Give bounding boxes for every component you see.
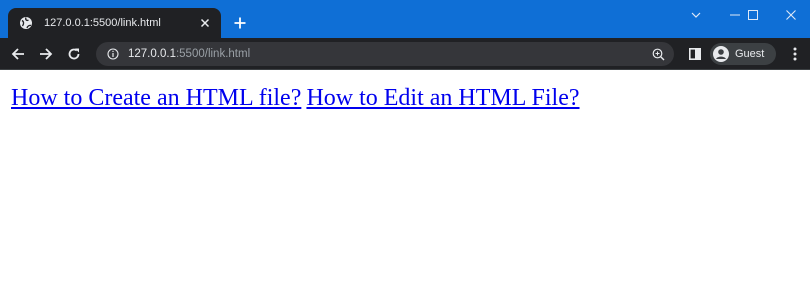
zoom-icon[interactable] xyxy=(650,46,666,62)
new-tab-button[interactable] xyxy=(230,13,250,33)
address-url: 127.0.0.1:5500/link.html xyxy=(128,48,250,60)
globe-icon xyxy=(18,15,34,31)
browser-title-bar: 127.0.0.1:5500/link.html xyxy=(0,0,810,38)
url-path: :5500/link.html xyxy=(175,48,251,60)
page-viewport: How to Create an HTML file? How to Edit … xyxy=(0,71,810,305)
close-tab-icon[interactable] xyxy=(197,15,213,31)
side-panel-icon[interactable] xyxy=(684,43,706,65)
url-host: 127.0.0.1 xyxy=(128,48,176,60)
link-create-html-file[interactable]: How to Create an HTML file? xyxy=(11,85,301,111)
link-edit-html-file[interactable]: How to Edit an HTML File? xyxy=(306,85,579,111)
avatar-icon xyxy=(713,46,729,62)
tab-search-icon[interactable] xyxy=(677,0,715,30)
browser-tab[interactable]: 127.0.0.1:5500/link.html xyxy=(8,8,221,38)
forward-arrow-icon[interactable] xyxy=(35,43,57,65)
address-bar[interactable]: 127.0.0.1:5500/link.html xyxy=(96,42,674,66)
profile-label: Guest xyxy=(735,48,765,60)
close-icon[interactable] xyxy=(772,0,810,30)
site-info-icon[interactable] xyxy=(106,47,120,61)
back-arrow-icon[interactable] xyxy=(7,43,29,65)
profile-button[interactable]: Guest xyxy=(710,43,776,65)
browser-toolbar: 127.0.0.1:5500/link.html Guest xyxy=(0,38,810,70)
maximize-icon[interactable] xyxy=(734,0,772,30)
reload-icon[interactable] xyxy=(63,43,85,65)
tab-title: 127.0.0.1:5500/link.html xyxy=(44,17,161,29)
menu-icon[interactable] xyxy=(784,43,806,65)
